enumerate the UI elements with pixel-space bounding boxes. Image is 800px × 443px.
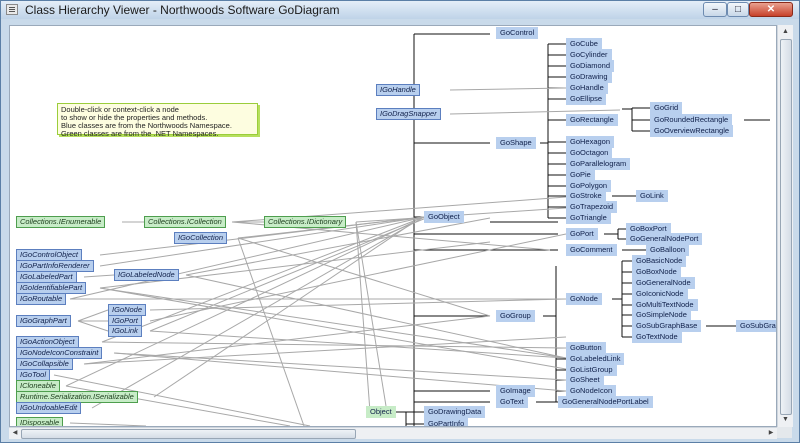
class-node-godrawingdata[interactable]: GoDrawingData [424,406,486,418]
class-node-gotextnode[interactable]: GoTextNode [632,331,682,343]
window-title: Class Hierarchy Viewer - Northwoods Soft… [25,3,340,17]
interface-node-igohandle[interactable]: IGoHandle [376,84,420,96]
maximize-button[interactable]: □ [727,2,749,17]
scroll-right-arrow-icon[interactable]: ▶ [765,428,777,439]
interface-node-igoundoableedit[interactable]: IGoUndoableEdit [16,402,82,414]
class-node-goshape[interactable]: GoShape [496,137,536,149]
interface-node-collections-icollection[interactable]: Collections.ICollection [144,216,226,228]
class-node-goport[interactable]: GoPort [566,228,598,240]
app-icon [6,4,18,15]
class-node-gogeneralnodeportlabel[interactable]: GoGeneralNodePortLabel [558,396,653,408]
scrollbar-corner [777,427,792,438]
interface-node-igolink[interactable]: IGoLink [108,325,142,337]
interface-node-collections-ienumerable[interactable]: Collections.IEnumerable [16,216,106,228]
interface-node-igolabelednode[interactable]: IGoLabeledNode [114,269,179,281]
class-node-gogrid[interactable]: GoGrid [650,102,683,114]
vertical-scrollbar[interactable]: ▲ ▼ [777,25,793,427]
class-node-golink[interactable]: GoLink [636,190,668,202]
close-button[interactable]: ✕ [749,2,793,17]
diagram-canvas[interactable]: Double-click or context-click a node to … [9,25,777,427]
scroll-up-arrow-icon[interactable]: ▲ [778,25,793,39]
class-node-goobject[interactable]: GoObject [424,211,464,223]
horizontal-scrollbar[interactable]: ◀ ▶ [9,427,777,439]
class-node-gooverviewrectangle[interactable]: GoOverviewRectangle [650,125,734,137]
note-line: Green classes are from the .NET Namespac… [61,129,219,138]
class-node-gotriangle[interactable]: GoTriangle [566,212,611,224]
interface-node-igoroutable[interactable]: IGoRoutable [16,293,67,305]
class-node-gorectangle[interactable]: GoRectangle [566,114,618,126]
interface-node-igodragsnapper[interactable]: IGoDragSnapper [376,108,441,120]
interface-node-collections-idictionary[interactable]: Collections.IDictionary [264,216,347,228]
scroll-down-arrow-icon[interactable]: ▼ [778,413,793,427]
interface-node-idisposable[interactable]: IDisposable [16,417,64,426]
class-node-gocontrol[interactable]: GoControl [496,27,539,39]
class-node-gogroup[interactable]: GoGroup [496,310,535,322]
interface-node-igographpart[interactable]: IGoGraphPart [16,315,71,327]
class-node-object[interactable]: Object [366,406,396,418]
class-node-gotext[interactable]: GoText [496,396,528,408]
class-node-gopartinfo[interactable]: GoPartInfo [424,418,469,426]
horizontal-scroll-thumb[interactable] [21,429,356,439]
instructions-note: Double-click or context-click a node to … [57,103,258,138]
class-node-goellipse[interactable]: GoEllipse [566,93,607,105]
title-bar[interactable]: Class Hierarchy Viewer - Northwoods Soft… [1,1,799,19]
class-node-gosubgraph[interactable]: GoSubGra [736,320,776,332]
class-node-gocomment[interactable]: GoComment [566,244,617,256]
minimize-button[interactable]: – [703,2,727,17]
interface-node-igocollection[interactable]: IGoCollection [174,232,228,244]
scroll-left-arrow-icon[interactable]: ◀ [9,428,21,439]
app-window: Class Hierarchy Viewer - Northwoods Soft… [0,0,800,443]
class-node-gonode[interactable]: GoNode [566,293,602,305]
vertical-scroll-thumb[interactable] [780,39,792,415]
